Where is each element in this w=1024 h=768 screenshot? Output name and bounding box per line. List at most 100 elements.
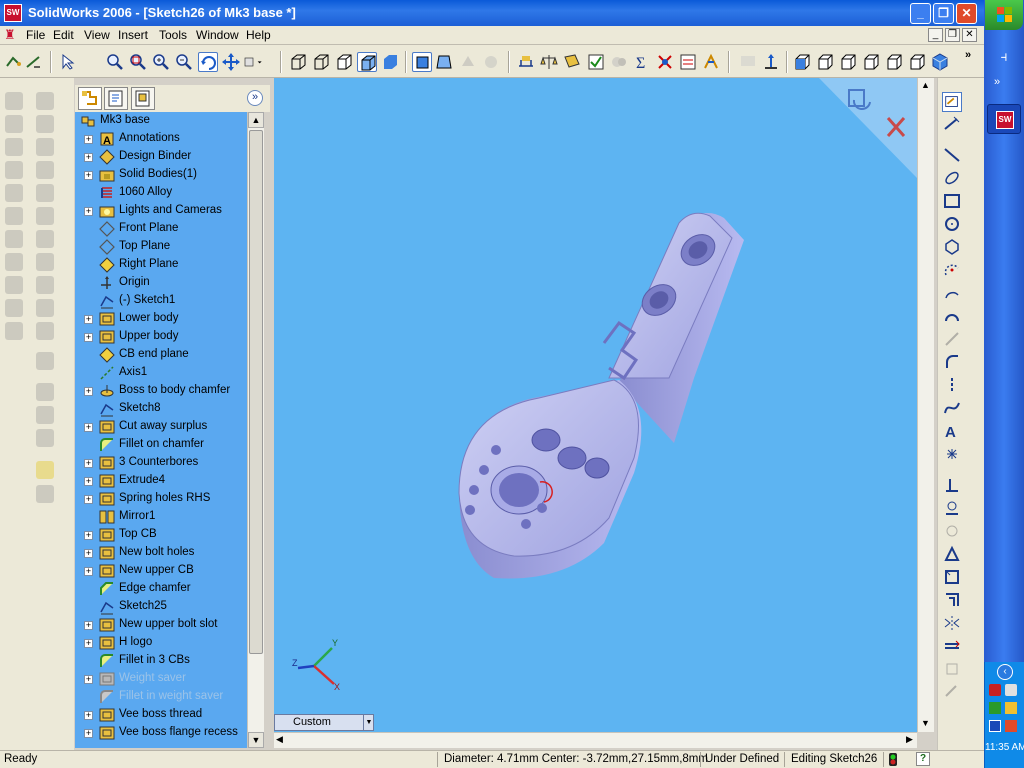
scroll-down-icon[interactable]: ▼ [921, 718, 930, 728]
expand-icon[interactable]: + [84, 477, 93, 486]
rectangle-icon[interactable] [942, 191, 962, 211]
centerline-icon[interactable] [942, 375, 962, 395]
feature-statistics-icon[interactable] [701, 52, 721, 72]
realview-icon[interactable] [481, 52, 501, 72]
doc-close-button[interactable]: ✕ [962, 28, 977, 42]
check-icon[interactable] [586, 52, 606, 72]
expand-icon[interactable]: + [84, 459, 93, 468]
tree-item[interactable]: Front Plane [75, 220, 247, 238]
scroll-down-icon[interactable]: ▼ [248, 732, 264, 748]
coordinate-system-icon[interactable] [36, 406, 54, 424]
offset-entities-icon[interactable] [942, 590, 962, 610]
view-orientation-dropdown[interactable] [243, 52, 273, 72]
sketch-text-icon[interactable]: A [942, 421, 962, 441]
expand-icon[interactable]: + [84, 207, 93, 216]
tree-item[interactable]: 1060 Alloy [75, 184, 247, 202]
property-manager-tab[interactable] [104, 87, 128, 110]
tree-item[interactable]: + Extrude4 [75, 472, 247, 490]
isometric-view-icon[interactable] [930, 52, 950, 72]
sweep-cut-icon[interactable] [36, 138, 54, 156]
tree-item[interactable]: + Vee boss flange recess [75, 724, 247, 742]
scroll-left-icon[interactable]: ◀ [276, 734, 283, 745]
doc-restore-button[interactable]: ❐ [945, 28, 960, 42]
zoom-selection-icon[interactable] [174, 52, 194, 72]
expand-icon[interactable]: + [84, 495, 93, 504]
convert-entities-icon[interactable] [942, 567, 962, 587]
line-icon[interactable] [942, 145, 962, 165]
expand-icon[interactable]: + [84, 531, 93, 540]
help-icon[interactable]: ? [916, 752, 930, 766]
point-icon[interactable] [942, 444, 962, 464]
display-relations-icon[interactable] [942, 498, 962, 518]
expand-icon[interactable]: + [84, 135, 93, 144]
sketch-fillet-icon[interactable] [942, 352, 962, 372]
mirror-tool-icon[interactable] [5, 276, 23, 294]
centerpoint-arc-icon[interactable] [942, 168, 962, 188]
volume-icon[interactable] [1005, 684, 1017, 696]
edit-sketch-icon[interactable] [942, 92, 962, 112]
toolbar-overflow-icon[interactable]: » [965, 49, 971, 61]
mass-properties-icon[interactable] [539, 52, 559, 72]
tree-item[interactable]: + Lower body [75, 310, 247, 328]
expand-icon[interactable]: + [84, 621, 93, 630]
perspective-icon[interactable] [435, 52, 455, 72]
menu-window[interactable]: Window [196, 28, 239, 42]
view-selector[interactable]: Custom ▼ [274, 714, 374, 731]
fix-relation-icon[interactable] [942, 521, 962, 541]
solidworks-app-icon[interactable]: SW [4, 4, 22, 22]
wireframe-icon[interactable] [288, 52, 308, 72]
configuration-manager-tab[interactable] [131, 87, 155, 110]
move-entities-icon[interactable] [942, 636, 962, 656]
expand-icon[interactable]: + [84, 639, 93, 648]
scale-icon[interactable] [5, 299, 23, 317]
zoom-fit-icon[interactable] [105, 52, 125, 72]
start-button[interactable] [985, 0, 1023, 30]
shadows-icon[interactable] [412, 52, 432, 72]
tree-item[interactable]: + Boss to body chamfer [75, 382, 247, 400]
copy-entities-icon[interactable] [942, 682, 962, 702]
zoom-area-icon[interactable] [128, 52, 148, 72]
taskbar-chevron-icon[interactable]: » [994, 76, 1000, 88]
fillet-tool-icon[interactable] [5, 184, 23, 202]
three-point-arc-icon[interactable] [942, 283, 962, 303]
menu-edit[interactable]: Edit [53, 28, 74, 42]
normal-to-icon[interactable] [761, 52, 781, 72]
expand-icon[interactable]: + [84, 567, 93, 576]
rebuild-status-icon[interactable] [888, 752, 898, 767]
section-properties-icon[interactable] [562, 52, 582, 72]
split-line-icon[interactable] [36, 299, 54, 317]
select-icon[interactable] [58, 52, 78, 72]
circle-icon[interactable] [942, 214, 962, 234]
hole-wizard-icon[interactable] [36, 230, 54, 248]
note-icon[interactable] [738, 52, 758, 72]
circular-pattern-icon[interactable] [36, 253, 54, 271]
expand-icon[interactable]: + [84, 153, 93, 162]
tree-item[interactable]: Fillet in weight saver [75, 688, 247, 706]
tree-item[interactable]: + Solid Bodies(1) [75, 166, 247, 184]
tree-item[interactable]: Fillet on chamfer [75, 436, 247, 454]
expand-icon[interactable]: + [84, 315, 93, 324]
polygon-icon[interactable] [942, 237, 962, 257]
tree-item[interactable]: + Vee boss thread [75, 706, 247, 724]
chamfer-tool-icon[interactable] [36, 184, 54, 202]
security-shield-icon[interactable] [989, 684, 1001, 696]
mirror-entities-icon[interactable] [942, 613, 962, 633]
sketch-icon[interactable] [4, 52, 24, 72]
tree-item[interactable]: + New upper CB [75, 562, 247, 580]
tree-item[interactable]: + Spring holes RHS [75, 490, 247, 508]
right-view-icon[interactable] [861, 52, 881, 72]
shaded-with-edges-icon[interactable] [357, 52, 377, 72]
construction-geometry-icon[interactable] [942, 544, 962, 564]
menu-view[interactable]: View [84, 28, 110, 42]
tree-item[interactable]: Top Plane [75, 238, 247, 256]
tree-item[interactable]: + New bolt holes [75, 544, 247, 562]
expand-icon[interactable]: + [84, 423, 93, 432]
tray-monitor-icon[interactable] [989, 720, 1001, 732]
tree-item[interactable]: Axis1 [75, 364, 247, 382]
dome-icon[interactable] [36, 276, 54, 294]
curve-icon[interactable] [5, 322, 23, 340]
quick-launch-icon[interactable]: ⫞ [988, 48, 1020, 70]
left-view-icon[interactable] [838, 52, 858, 72]
view-selector-arrow-icon[interactable]: ▼ [363, 715, 374, 730]
tree-item[interactable]: + Upper body [75, 328, 247, 346]
